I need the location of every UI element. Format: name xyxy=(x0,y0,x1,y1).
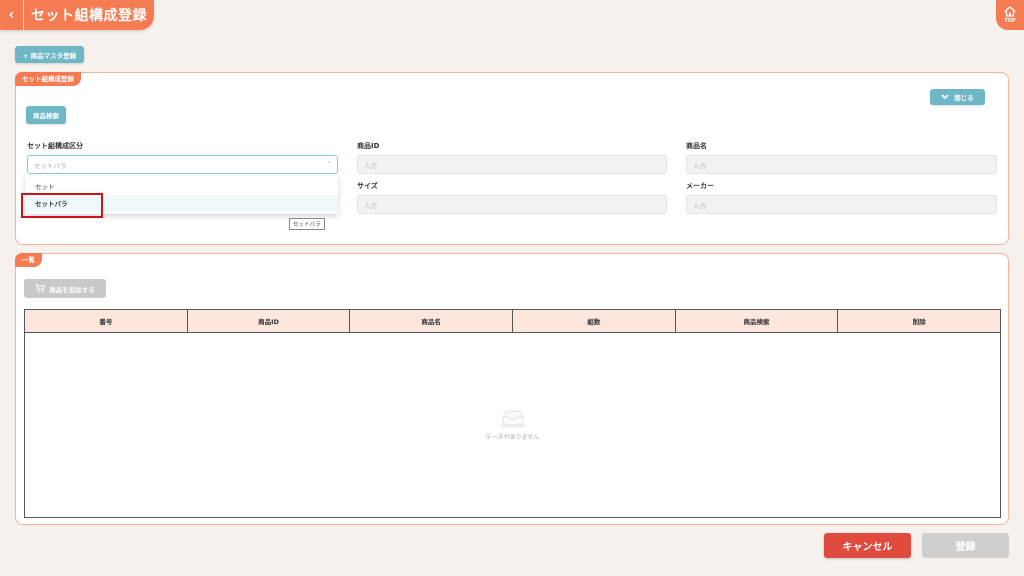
maker-input[interactable]: 入力 xyxy=(686,195,997,214)
close-label: 閉じる xyxy=(954,94,974,102)
register-button[interactable]: 登録 xyxy=(922,533,1009,558)
chevron-down-icon xyxy=(941,94,949,100)
product-master-register-button[interactable]: + 商品マスタ登録 xyxy=(15,46,84,63)
set-type-value: セットバラ xyxy=(34,161,67,170)
tooltip: セットバラ xyxy=(289,218,325,230)
dropdown-option-set[interactable]: セット xyxy=(25,178,338,194)
empty-state: データがありません xyxy=(25,333,1000,517)
column-header-product-search: 商品検索 xyxy=(676,310,839,332)
cart-icon xyxy=(35,284,46,293)
product-id-label: 商品ID xyxy=(357,142,380,150)
column-header-product-id: 商品ID xyxy=(188,310,351,332)
title-bar: ‹ セット組構成登録 xyxy=(0,0,154,30)
table-header: 番号 商品ID 商品名 組数 商品検索 削除 xyxy=(25,310,1000,333)
back-button[interactable]: ‹ xyxy=(0,0,24,30)
set-type-select[interactable]: セットバラ ˄ xyxy=(27,155,338,174)
column-header-product-name: 商品名 xyxy=(350,310,514,332)
panel-tag-set-composition: セット組構成登録 xyxy=(15,72,81,86)
column-header-set-count: 組数 xyxy=(513,310,676,332)
empty-text: データがありません xyxy=(485,434,540,441)
size-input[interactable]: 入力 xyxy=(357,195,667,214)
chevron-left-icon: ‹ xyxy=(8,7,15,23)
set-type-label: セット組構成区分 xyxy=(27,142,83,150)
product-search-button[interactable]: 商品検索 xyxy=(26,106,66,124)
home-label: TOP xyxy=(1004,18,1016,24)
column-header-delete: 削除 xyxy=(912,318,926,326)
add-product-label: 商品を追加する xyxy=(49,285,95,294)
product-table: 番号 商品ID 商品名 組数 商品検索 削除 データがありません xyxy=(24,309,1001,518)
maker-label: メーカー xyxy=(686,182,714,190)
home-icon xyxy=(1004,6,1016,17)
product-id-input[interactable]: 入力 xyxy=(357,155,667,174)
product-name-input[interactable]: 入力 xyxy=(686,155,997,174)
empty-inbox-icon xyxy=(498,410,527,429)
chevron-up-icon: ˄ xyxy=(327,160,332,169)
add-product-button[interactable]: 商品を追加する xyxy=(24,279,106,298)
close-button[interactable]: 閉じる xyxy=(930,89,985,105)
highlight-box xyxy=(21,193,103,218)
size-label: サイズ xyxy=(357,182,378,190)
column-header-number: 番号 xyxy=(25,310,188,332)
home-button[interactable]: TOP xyxy=(996,0,1024,30)
cancel-button[interactable]: キャンセル xyxy=(824,533,911,558)
product-name-label: 商品名 xyxy=(686,142,707,150)
panel-tag-list: 一覧 xyxy=(15,253,42,267)
page-title: セット組構成登録 xyxy=(31,8,147,24)
